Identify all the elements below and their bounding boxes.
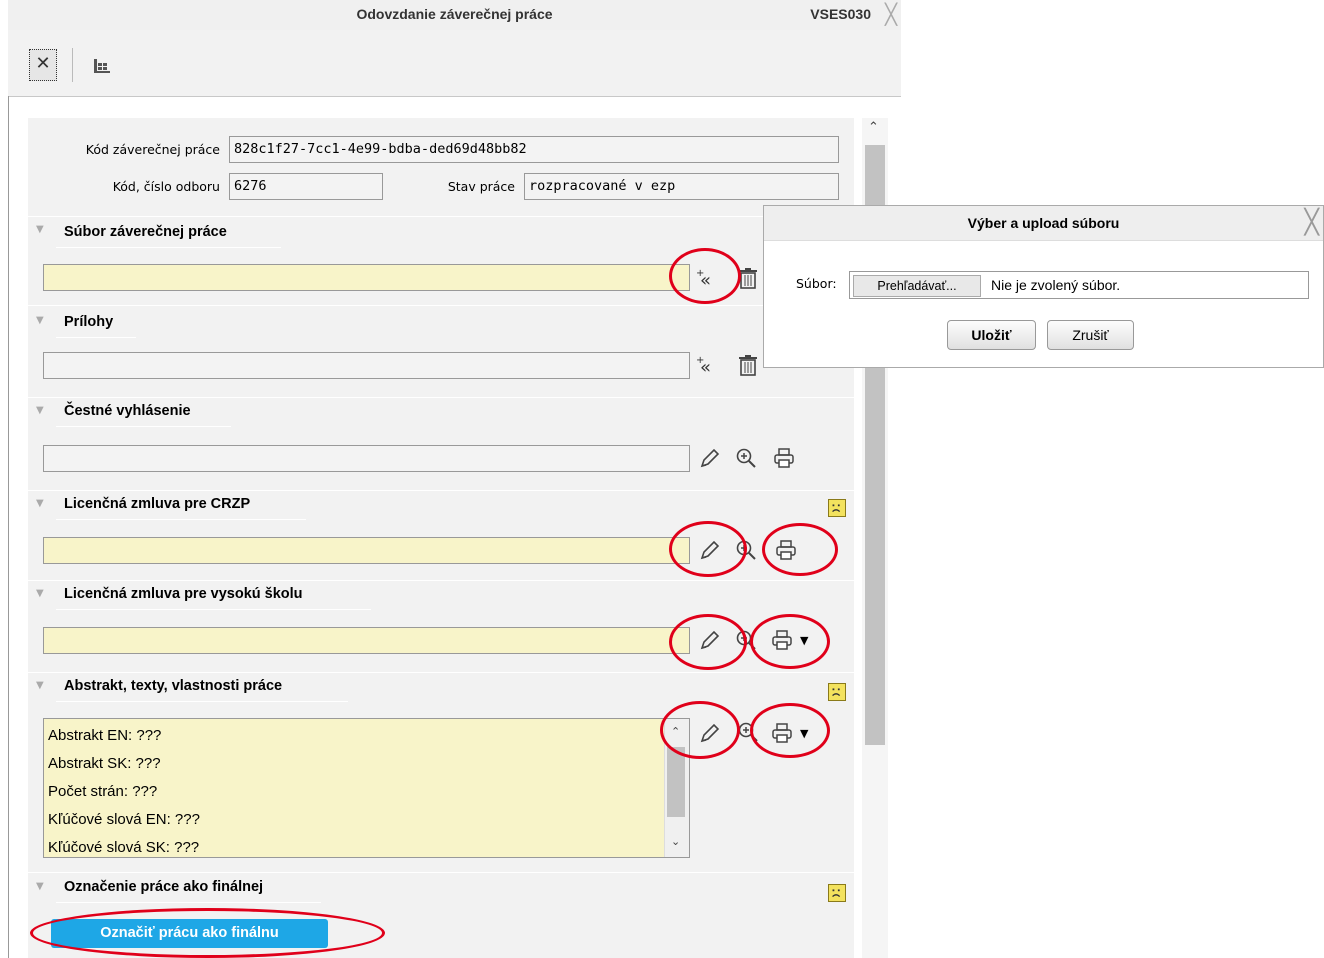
- file-label: Súbor:: [796, 276, 837, 291]
- toolbar: [8, 30, 901, 97]
- dept-field[interactable]: 6276: [229, 173, 383, 200]
- section-divider: [28, 397, 854, 398]
- section-title-declaration: Čestné vyhlásenie: [64, 403, 191, 419]
- title-underline: [56, 609, 371, 610]
- section-divider: [28, 580, 854, 581]
- section-title-file: Súbor záverečnej práce: [64, 224, 227, 240]
- title-underline: [56, 519, 306, 520]
- abstract-textarea[interactable]: Abstrakt EN: ??? Abstrakt SK: ??? Počet …: [43, 718, 690, 858]
- section-divider: [28, 872, 854, 873]
- print-dropdown-icon[interactable]: [770, 628, 794, 652]
- title-underline: [56, 337, 136, 338]
- edit-pencil-icon[interactable]: [698, 538, 722, 562]
- print-icon[interactable]: [772, 446, 796, 470]
- section-divider: [28, 216, 854, 217]
- cancel-button[interactable]: Zrušiť: [1047, 320, 1134, 350]
- delete-icon[interactable]: [736, 266, 760, 290]
- collapse-triangle-icon[interactable]: ▼: [36, 881, 44, 892]
- section-title-license-crzp: Licenčná zmluva pre CRZP: [64, 496, 251, 512]
- abstract-scrollbar[interactable]: ⌃ ⌄: [664, 719, 689, 857]
- declaration-field[interactable]: [43, 445, 690, 472]
- window-titlebar: Odovzdanie záverečnej práce VSES030 ╳: [8, 0, 901, 30]
- section-divider: [28, 672, 854, 673]
- abstract-line: Kľúčové slová EN: ???: [48, 811, 200, 828]
- thesis-code-field[interactable]: 828c1f27-7cc1-4e99-bdba-ded69d48bb82: [229, 136, 839, 163]
- toolbar-separator: [72, 48, 73, 82]
- warning-smiley-icon: [828, 499, 846, 517]
- collapse-triangle-icon[interactable]: ▼: [36, 224, 44, 235]
- zoom-in-icon[interactable]: [734, 628, 758, 652]
- abstract-line: Počet strán: ???: [48, 783, 158, 800]
- edit-pencil-icon[interactable]: [698, 628, 722, 652]
- section-divider: [28, 305, 854, 306]
- scroll-down-icon[interactable]: ⌄: [671, 835, 680, 848]
- browse-button[interactable]: Prehľadávať...: [853, 275, 981, 297]
- print-dropdown-icon[interactable]: [770, 721, 794, 745]
- zoom-in-icon[interactable]: [736, 720, 760, 744]
- delete-icon[interactable]: [736, 353, 760, 377]
- svg-text:«: «: [700, 270, 711, 290]
- dialog-titlebar: Výber a upload súboru ╳: [764, 206, 1323, 241]
- print-icon[interactable]: [774, 538, 798, 562]
- section-divider: [28, 490, 854, 491]
- collapse-triangle-icon[interactable]: ▼: [36, 498, 44, 509]
- thesis-code-label: Kód záverečnej práce: [85, 142, 220, 157]
- mark-final-button[interactable]: Označiť prácu ako finálnu: [51, 919, 328, 948]
- section-title-abstract: Abstrakt, texty, vlastnosti práce: [64, 678, 283, 694]
- no-file-text: Nie je zvolený súbor.: [991, 277, 1121, 293]
- title-underline: [56, 426, 231, 427]
- abstract-scroll-thumb[interactable]: [667, 747, 685, 817]
- save-button[interactable]: Uložiť: [947, 320, 1036, 350]
- abstract-line: Abstrakt EN: ???: [48, 727, 162, 744]
- edit-pencil-icon[interactable]: [698, 446, 722, 470]
- scroll-up-icon[interactable]: ⌃: [671, 725, 680, 738]
- warning-smiley-icon: [828, 683, 846, 701]
- chevron-down-icon[interactable]: ▼: [800, 727, 808, 740]
- edit-pencil-icon[interactable]: [698, 721, 722, 745]
- dialog-close-icon[interactable]: ╳: [1305, 208, 1319, 236]
- file-input[interactable]: Prehľadávať... Nie je zvolený súbor.: [849, 271, 1309, 299]
- zoom-in-icon[interactable]: [734, 538, 758, 562]
- upload-icon[interactable]: + «: [696, 266, 720, 291]
- upload-icon[interactable]: + «: [696, 353, 720, 378]
- collapse-triangle-icon[interactable]: ▼: [36, 680, 44, 691]
- window-left-border: [8, 96, 9, 958]
- zoom-in-icon[interactable]: [734, 446, 758, 470]
- close-icon[interactable]: ✕: [29, 49, 57, 81]
- attachments-field[interactable]: [43, 352, 690, 379]
- license-crzp-field[interactable]: [43, 537, 690, 564]
- window-title: Odovzdanie záverečnej práce: [356, 6, 553, 22]
- license-school-field[interactable]: [43, 627, 690, 654]
- collapse-triangle-icon[interactable]: ▼: [36, 315, 44, 326]
- collapse-triangle-icon[interactable]: ▼: [36, 588, 44, 599]
- warning-smiley-icon: [828, 884, 846, 902]
- svg-text:«: «: [700, 357, 711, 377]
- status-label: Stav práce: [447, 179, 515, 194]
- title-underline: [56, 701, 348, 702]
- abstract-line: Abstrakt SK: ???: [48, 755, 161, 772]
- collapse-triangle-icon[interactable]: ▼: [36, 405, 44, 416]
- title-underline: [56, 247, 281, 248]
- window-close-icon[interactable]: ╳: [885, 2, 897, 26]
- scroll-up-icon[interactable]: ⌃: [868, 120, 879, 135]
- title-underline: [56, 902, 321, 903]
- status-field[interactable]: rozpracované v ezp: [524, 173, 839, 200]
- section-title-final: Označenie práce ako finálnej: [64, 879, 264, 895]
- table-icon[interactable]: [91, 55, 113, 77]
- thesis-file-field[interactable]: [43, 264, 690, 291]
- abstract-line: Kľúčové slová SK: ???: [48, 839, 200, 856]
- dialog-title: Výber a upload súboru: [967, 215, 1120, 231]
- window-code: VSES030: [810, 6, 871, 22]
- dept-label: Kód, číslo odboru: [112, 179, 220, 194]
- section-title-license-school: Licenčná zmluva pre vysokú školu: [64, 586, 303, 602]
- upload-dialog: Výber a upload súboru ╳ Súbor: Prehľadáv…: [763, 205, 1324, 368]
- chevron-down-icon[interactable]: ▼: [800, 634, 808, 647]
- section-title-attachments: Prílohy: [64, 314, 114, 330]
